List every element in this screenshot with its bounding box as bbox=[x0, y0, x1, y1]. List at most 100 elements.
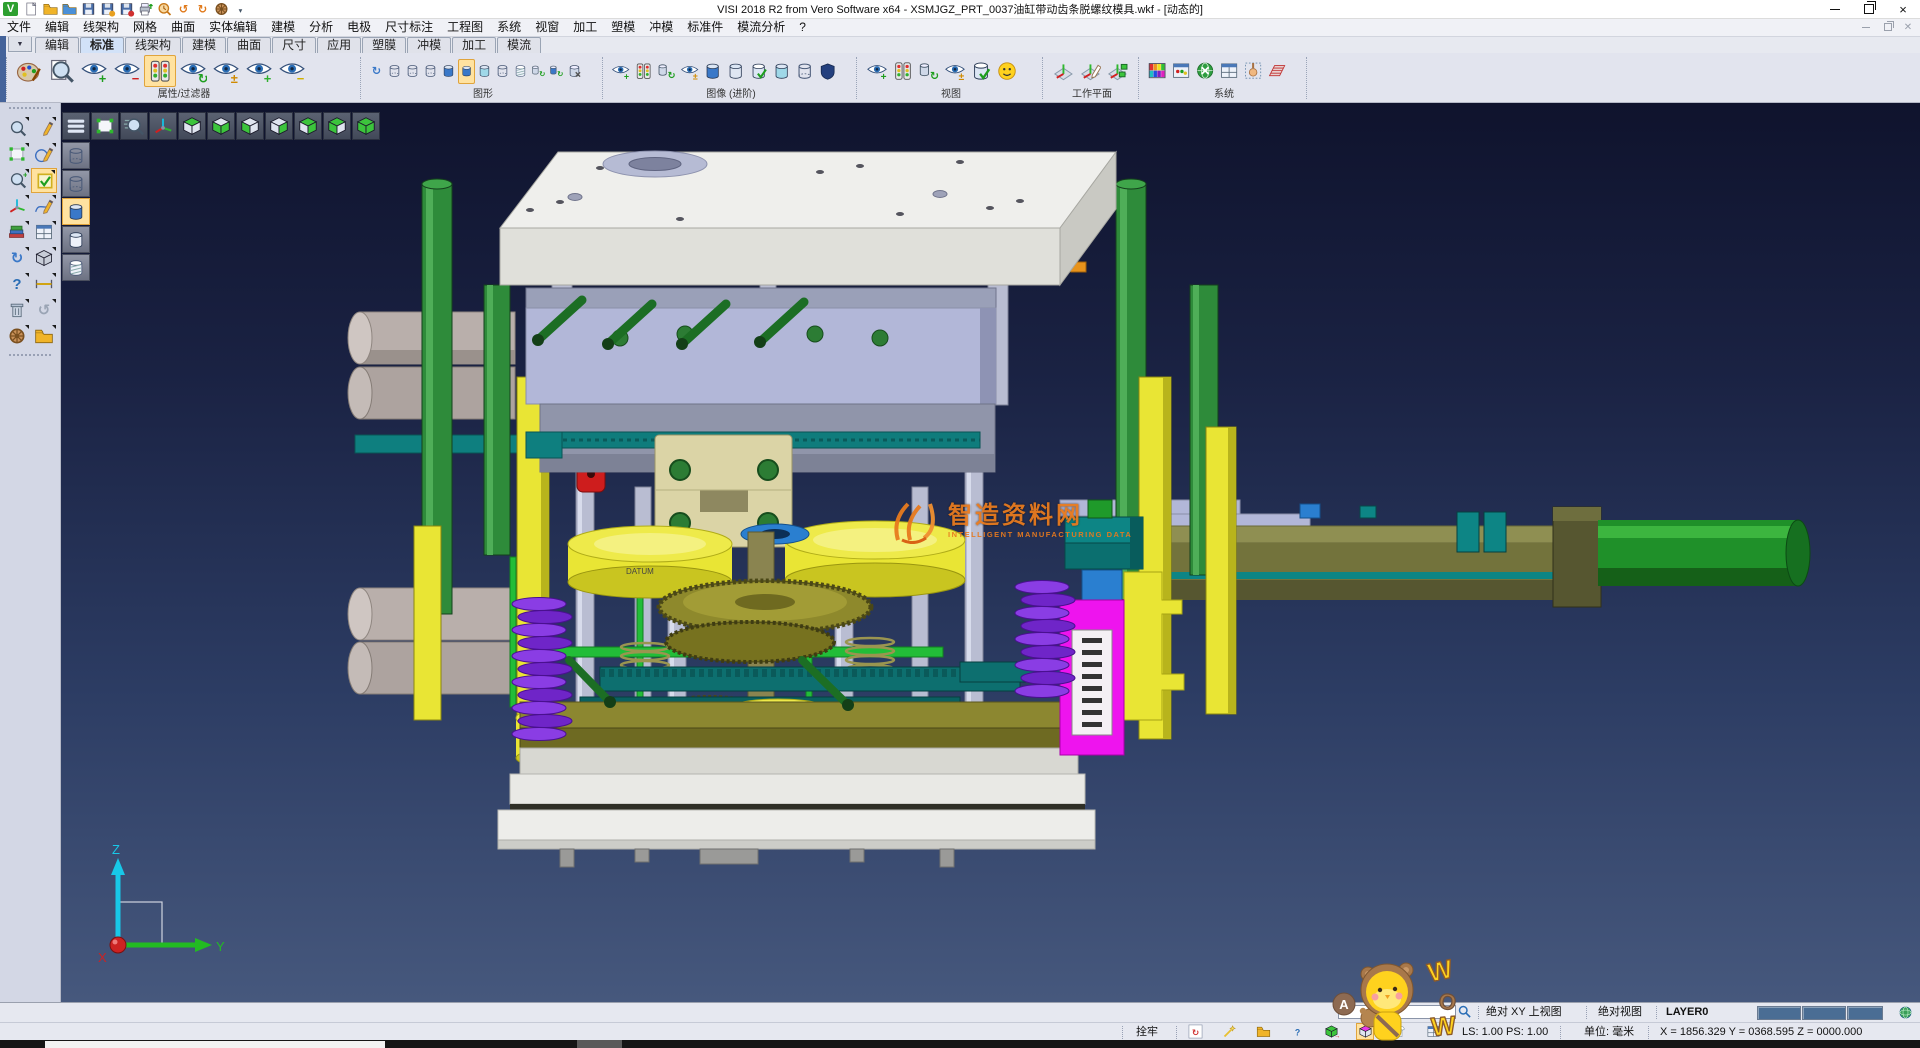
child-restore-button[interactable] bbox=[1882, 23, 1894, 31]
wireframe-mode-button[interactable] bbox=[386, 59, 403, 84]
color-swatch-2[interactable] bbox=[1802, 1006, 1846, 1020]
lock-toggle[interactable]: 拴牢 bbox=[1136, 1023, 1158, 1041]
new-file-button[interactable] bbox=[23, 1, 40, 17]
taskbar-window-preview[interactable] bbox=[45, 1041, 385, 1048]
status-snap-cube-button[interactable]: → bbox=[1322, 1023, 1340, 1040]
preview-clock-button[interactable] bbox=[156, 1, 173, 17]
tab-flow[interactable]: 模流 bbox=[497, 37, 541, 53]
view-mode-label[interactable]: 绝对 XY 上视图 bbox=[1486, 1003, 1562, 1021]
scale-indicator[interactable]: LS: 1.00 PS: 1.00 bbox=[1462, 1023, 1548, 1041]
view-axonometric-button[interactable] bbox=[149, 112, 177, 140]
tab-standard[interactable]: 标准 bbox=[80, 37, 124, 53]
status-workplane-cube-button[interactable] bbox=[1356, 1023, 1374, 1040]
import-file-button[interactable] bbox=[61, 1, 78, 17]
selection-filters-button[interactable] bbox=[144, 55, 176, 87]
workplane-create-button[interactable] bbox=[1050, 55, 1076, 87]
menu-standard-parts[interactable]: 标准件 bbox=[680, 18, 730, 36]
sidebar-solid-shade-button[interactable] bbox=[31, 246, 57, 271]
menu-file[interactable]: 文件 bbox=[0, 18, 38, 36]
close-button[interactable]: × bbox=[1886, 0, 1920, 18]
hatched-view-button[interactable] bbox=[512, 59, 529, 84]
undo-button[interactable]: ↺ bbox=[175, 1, 192, 17]
view-isometric-button[interactable] bbox=[352, 112, 380, 140]
viewport-canvas[interactable]: DATUM bbox=[60, 102, 1920, 1002]
restore-button[interactable] bbox=[1852, 0, 1886, 18]
child-close-button[interactable]: ✕ bbox=[1902, 22, 1914, 33]
menu-edit[interactable]: 编辑 bbox=[38, 18, 76, 36]
menu-wireframe[interactable]: 线架构 bbox=[76, 18, 126, 36]
adv-refresh-button[interactable]: ↻ bbox=[656, 56, 678, 86]
system-pick-button[interactable] bbox=[1242, 56, 1265, 87]
search-icon[interactable] bbox=[1455, 1003, 1473, 1020]
menu-flow-analysis[interactable]: 模流分析 bbox=[730, 18, 792, 36]
invert-visibility-button[interactable]: ± bbox=[210, 55, 242, 87]
tab-edit[interactable]: 编辑 bbox=[35, 37, 79, 53]
sidebar-circle-edit-button[interactable] bbox=[31, 142, 57, 167]
adv-wire-button[interactable] bbox=[794, 56, 816, 86]
status-help-button[interactable]: ? bbox=[1288, 1023, 1306, 1040]
layer-indicator[interactable]: LAYER0 bbox=[1666, 1003, 1708, 1021]
hidden-dashed-button[interactable] bbox=[422, 59, 439, 84]
hidden-line-button[interactable] bbox=[404, 59, 421, 84]
view-filters-button[interactable] bbox=[890, 55, 915, 87]
refresh-visibility-button[interactable]: ↻ bbox=[177, 55, 209, 87]
sidebar-context-help-button[interactable]: ? bbox=[4, 272, 30, 297]
attribute-paint-button[interactable] bbox=[12, 55, 44, 87]
shade-transparent-button[interactable] bbox=[62, 254, 90, 281]
color-swatch-1[interactable] bbox=[1757, 1006, 1801, 1020]
adv-invert-button[interactable]: ± bbox=[679, 56, 701, 86]
system-options-button[interactable] bbox=[1194, 56, 1217, 87]
sidebar-undo-tool-button[interactable]: ↺ bbox=[31, 298, 57, 323]
view-top-button[interactable] bbox=[178, 112, 206, 140]
adv-show-button[interactable]: + bbox=[610, 56, 632, 86]
system-colors-button[interactable] bbox=[1146, 56, 1169, 87]
menu-analysis[interactable]: 分析 bbox=[302, 18, 340, 36]
menu-electrode[interactable]: 电极 bbox=[340, 18, 378, 36]
adv-validate-button[interactable] bbox=[748, 56, 770, 86]
globe-icon[interactable] bbox=[1896, 1004, 1914, 1021]
zoom-fly-button[interactable] bbox=[120, 112, 148, 140]
flat-wire-button[interactable] bbox=[494, 59, 511, 84]
save-as-button[interactable] bbox=[99, 1, 116, 17]
menu-mesh[interactable]: 网格 bbox=[126, 18, 164, 36]
color-swatch-3[interactable] bbox=[1847, 1006, 1883, 1020]
plot-print-button[interactable] bbox=[137, 1, 154, 17]
view-refresh-button[interactable]: ↻ bbox=[916, 55, 941, 87]
tab-wireframe[interactable]: 线架构 bbox=[125, 37, 181, 53]
shade-hidden-line-button[interactable] bbox=[62, 170, 90, 197]
adv-transparent-button[interactable] bbox=[771, 56, 793, 86]
sidebar-drag-handle[interactable] bbox=[9, 107, 51, 112]
shaded-transparent-button[interactable] bbox=[476, 59, 493, 84]
menu-help[interactable]: ? bbox=[792, 18, 813, 36]
save-file-button[interactable] bbox=[80, 1, 97, 17]
sidebar-zoom-window-button[interactable] bbox=[4, 142, 30, 167]
menu-plastic-mold[interactable]: 塑模 bbox=[604, 18, 642, 36]
adv-shaded-light-button[interactable] bbox=[725, 56, 747, 86]
sidebar-window-layout-button[interactable] bbox=[31, 220, 57, 245]
system-grid-plane-button[interactable] bbox=[1266, 56, 1289, 87]
tab-modeling[interactable]: 建模 bbox=[182, 37, 226, 53]
search-input[interactable] bbox=[1338, 1005, 1456, 1019]
adv-shaded-button[interactable] bbox=[702, 56, 724, 86]
zoom-extents-button[interactable] bbox=[91, 112, 119, 140]
status-views-grid-button[interactable] bbox=[1424, 1023, 1442, 1040]
sidebar-file-browser-button[interactable] bbox=[31, 324, 57, 349]
sidebar-dynamic-rotate-button[interactable] bbox=[4, 194, 30, 219]
shade-wireframe-button[interactable] bbox=[62, 142, 90, 169]
shaded-button[interactable] bbox=[440, 59, 457, 84]
show-all-button[interactable]: + bbox=[243, 55, 275, 87]
view-back-button[interactable] bbox=[323, 112, 351, 140]
shade-solid-button[interactable] bbox=[62, 198, 90, 225]
system-preferences-button[interactable] bbox=[1170, 56, 1193, 87]
show-entities-button[interactable]: + bbox=[78, 55, 110, 87]
menu-solid-edit[interactable]: 实体编辑 bbox=[202, 18, 264, 36]
sidebar-measure-tool-button[interactable] bbox=[31, 272, 57, 297]
open-file-button[interactable] bbox=[42, 1, 59, 17]
menu-drafting[interactable]: 工程图 bbox=[440, 18, 490, 36]
render-export-button[interactable]: ↻ bbox=[548, 59, 565, 84]
workplane-move-button[interactable] bbox=[1104, 55, 1130, 87]
tab-dimension[interactable]: 尺寸 bbox=[272, 37, 316, 53]
system-panels-button[interactable] bbox=[1218, 56, 1241, 87]
menu-system[interactable]: 系统 bbox=[490, 18, 528, 36]
sidebar-spline-edit-button[interactable] bbox=[31, 194, 57, 219]
